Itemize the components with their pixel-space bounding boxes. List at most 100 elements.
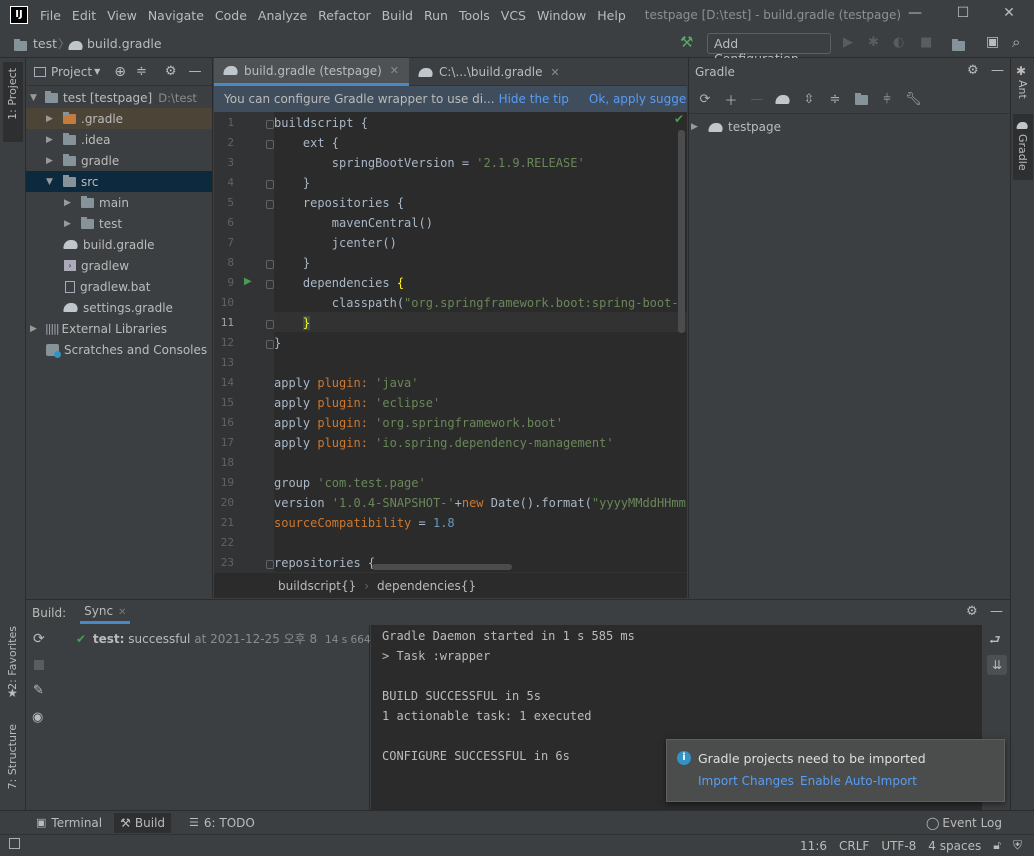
close-tab-icon[interactable]: ✕ bbox=[118, 607, 126, 618]
refresh-icon[interactable]: ⟳ bbox=[697, 92, 713, 107]
fold-icon[interactable] bbox=[266, 120, 274, 129]
close-tab-icon[interactable]: ✕ bbox=[390, 64, 399, 77]
coverage-icon[interactable]: ◐ bbox=[893, 35, 904, 50]
stop-icon[interactable] bbox=[34, 660, 44, 670]
collapse-all-icon[interactable]: ≑ bbox=[827, 92, 843, 107]
structure-tool-tab[interactable]: 7: Structure bbox=[6, 724, 19, 789]
wrench-icon[interactable]: 🔧︎ bbox=[905, 92, 922, 107]
minimize-icon[interactable]: — bbox=[904, 5, 926, 21]
maximize-icon[interactable]: ☐ bbox=[952, 5, 974, 21]
tree-item-gradle[interactable]: ▶ gradle bbox=[26, 150, 212, 171]
tree-item-src[interactable]: ▼ src bbox=[26, 171, 212, 192]
fold-icon[interactable] bbox=[266, 140, 274, 149]
file-encoding[interactable]: UTF-8 bbox=[881, 839, 916, 853]
stop-icon[interactable]: ■ bbox=[920, 35, 932, 50]
close-window-icon[interactable]: ✕ bbox=[998, 5, 1020, 21]
tree-item-gradlew-bat[interactable]: gradlew.bat bbox=[26, 276, 212, 297]
indent-setting[interactable]: 4 spaces bbox=[928, 839, 981, 853]
debug-icon[interactable]: ✱ bbox=[868, 35, 879, 50]
todo-tool-tab[interactable]: 6: TODO bbox=[204, 816, 255, 830]
menu-code[interactable]: Code bbox=[215, 8, 247, 23]
hide-panel-icon[interactable]: — bbox=[189, 64, 202, 79]
tab-build-gradle-c[interactable]: C:\...\build.gradle ✕ bbox=[409, 58, 570, 86]
tab-build-gradle-testpage[interactable]: build.gradle (testpage) ✕ bbox=[214, 58, 409, 86]
event-log-tool-tab[interactable]: Event Log bbox=[942, 816, 1002, 830]
menu-edit[interactable]: Edit bbox=[72, 8, 96, 23]
gradle-tool-tab[interactable]: Gradle bbox=[1013, 114, 1033, 180]
tree-item-external-libraries[interactable]: ▶ ||||| External Libraries bbox=[26, 318, 212, 339]
scroll-to-end-icon[interactable]: ⇊ bbox=[987, 655, 1007, 675]
menu-build[interactable]: Build bbox=[382, 8, 413, 23]
menu-file[interactable]: File bbox=[40, 8, 61, 23]
menu-vcs[interactable]: VCS bbox=[501, 8, 526, 23]
breadcrumb-file[interactable]: build.gradle bbox=[87, 36, 162, 51]
import-changes-link[interactable]: Import Changes bbox=[698, 774, 794, 788]
fold-icon[interactable] bbox=[266, 260, 274, 269]
fold-icon[interactable] bbox=[266, 200, 274, 209]
run-gutter-icon[interactable]: ▶ bbox=[244, 276, 252, 287]
menu-tools[interactable]: Tools bbox=[459, 8, 490, 23]
soft-wrap-icon[interactable]: ⮐ bbox=[989, 631, 1001, 653]
pin-icon[interactable]: ✎ bbox=[33, 683, 44, 698]
presentation-icon[interactable]: ▣ bbox=[986, 34, 999, 50]
hide-panel-icon[interactable]: — bbox=[990, 604, 1003, 619]
ant-tool-tab[interactable]: Ant bbox=[1016, 80, 1029, 99]
gear-icon[interactable]: ⚙ bbox=[967, 63, 979, 78]
menu-refactor[interactable]: Refactor bbox=[318, 8, 370, 23]
enable-auto-import-link[interactable]: Enable Auto-Import bbox=[800, 774, 917, 788]
menu-navigate[interactable]: Navigate bbox=[148, 8, 204, 23]
code-editor[interactable]: buildscript { ext { springBootVersion = … bbox=[274, 112, 687, 572]
build-hammer-icon[interactable]: ⚒ bbox=[680, 33, 693, 51]
project-view-selector[interactable]: Project bbox=[51, 65, 92, 79]
inspector-icon[interactable]: ⛨ bbox=[1013, 838, 1022, 853]
run-icon[interactable]: ▶ bbox=[843, 35, 853, 50]
eye-icon[interactable]: ◉ bbox=[32, 710, 43, 725]
execute-task-icon[interactable] bbox=[775, 92, 791, 107]
tree-item-test[interactable]: ▶ test bbox=[26, 213, 212, 234]
minus-icon[interactable]: — bbox=[749, 92, 765, 107]
fold-icon[interactable] bbox=[266, 320, 274, 329]
gear-icon[interactable]: ⚙ bbox=[966, 604, 978, 619]
add-configuration-button[interactable]: Add Configuration... bbox=[707, 33, 831, 66]
line-separator[interactable]: CRLF bbox=[839, 839, 869, 853]
tree-item-scratches[interactable]: Scratches and Consoles bbox=[26, 339, 212, 360]
gradle-tree-root[interactable]: ▶ testpage bbox=[689, 116, 1010, 138]
toggle-tool-windows-icon[interactable] bbox=[9, 838, 20, 849]
plus-icon[interactable]: ＋ bbox=[723, 90, 739, 109]
menu-run[interactable]: Run bbox=[424, 8, 448, 23]
tree-root[interactable]: ▼ test [testpage] D:\test bbox=[26, 87, 212, 108]
collapse-all-icon[interactable]: ≑ bbox=[136, 64, 147, 79]
close-tab-icon[interactable]: ✕ bbox=[551, 66, 560, 79]
vertical-scrollbar[interactable] bbox=[678, 130, 685, 333]
breadcrumb-dependencies[interactable]: dependencies{} bbox=[377, 579, 476, 593]
gear-icon[interactable]: ⚙ bbox=[165, 64, 177, 79]
menu-help[interactable]: Help bbox=[597, 8, 626, 23]
fold-icon[interactable] bbox=[266, 340, 274, 349]
tab-sync[interactable]: Sync ✕ bbox=[80, 601, 131, 624]
project-tool-tab[interactable]: 1: Project bbox=[3, 62, 23, 142]
caret-position[interactable]: 11:6 bbox=[800, 839, 827, 853]
menu-analyze[interactable]: Analyze bbox=[258, 8, 307, 23]
apply-suggestion-link[interactable]: Ok, apply suggestion! bbox=[589, 92, 687, 106]
group-modules-icon[interactable] bbox=[853, 92, 869, 107]
favorites-tool-tab[interactable]: 2: Favorites bbox=[6, 626, 19, 690]
build-tool-tab[interactable]: ⚒ Build bbox=[114, 812, 172, 833]
menu-view[interactable]: View bbox=[107, 8, 137, 23]
rerun-icon[interactable]: ⟳ bbox=[33, 631, 45, 647]
tree-item-main[interactable]: ▶ main bbox=[26, 192, 212, 213]
tree-item-build-gradle[interactable]: build.gradle bbox=[26, 234, 212, 255]
terminal-tool-tab[interactable]: Terminal bbox=[51, 816, 102, 830]
project-structure-icon[interactable] bbox=[952, 38, 965, 52]
breadcrumb-project[interactable]: test bbox=[33, 36, 57, 51]
hide-tip-link[interactable]: Hide the tip bbox=[499, 92, 569, 106]
chevron-down-icon[interactable]: ▼ bbox=[94, 67, 100, 76]
tree-item-idea[interactable]: ▶ .idea bbox=[26, 129, 212, 150]
horizontal-scrollbar[interactable] bbox=[372, 564, 512, 570]
lock-icon[interactable]: 🔓︎ bbox=[993, 838, 1001, 853]
hide-panel-icon[interactable]: — bbox=[991, 63, 1004, 78]
tree-item-gradlew[interactable]: › gradlew bbox=[26, 255, 212, 276]
fold-icon[interactable] bbox=[266, 560, 274, 569]
search-everywhere-icon[interactable]: ⌕ bbox=[1012, 33, 1020, 51]
toggle-offline-icon[interactable]: ⫩ bbox=[879, 92, 895, 107]
breadcrumb-buildscript[interactable]: buildscript{} bbox=[278, 579, 356, 593]
